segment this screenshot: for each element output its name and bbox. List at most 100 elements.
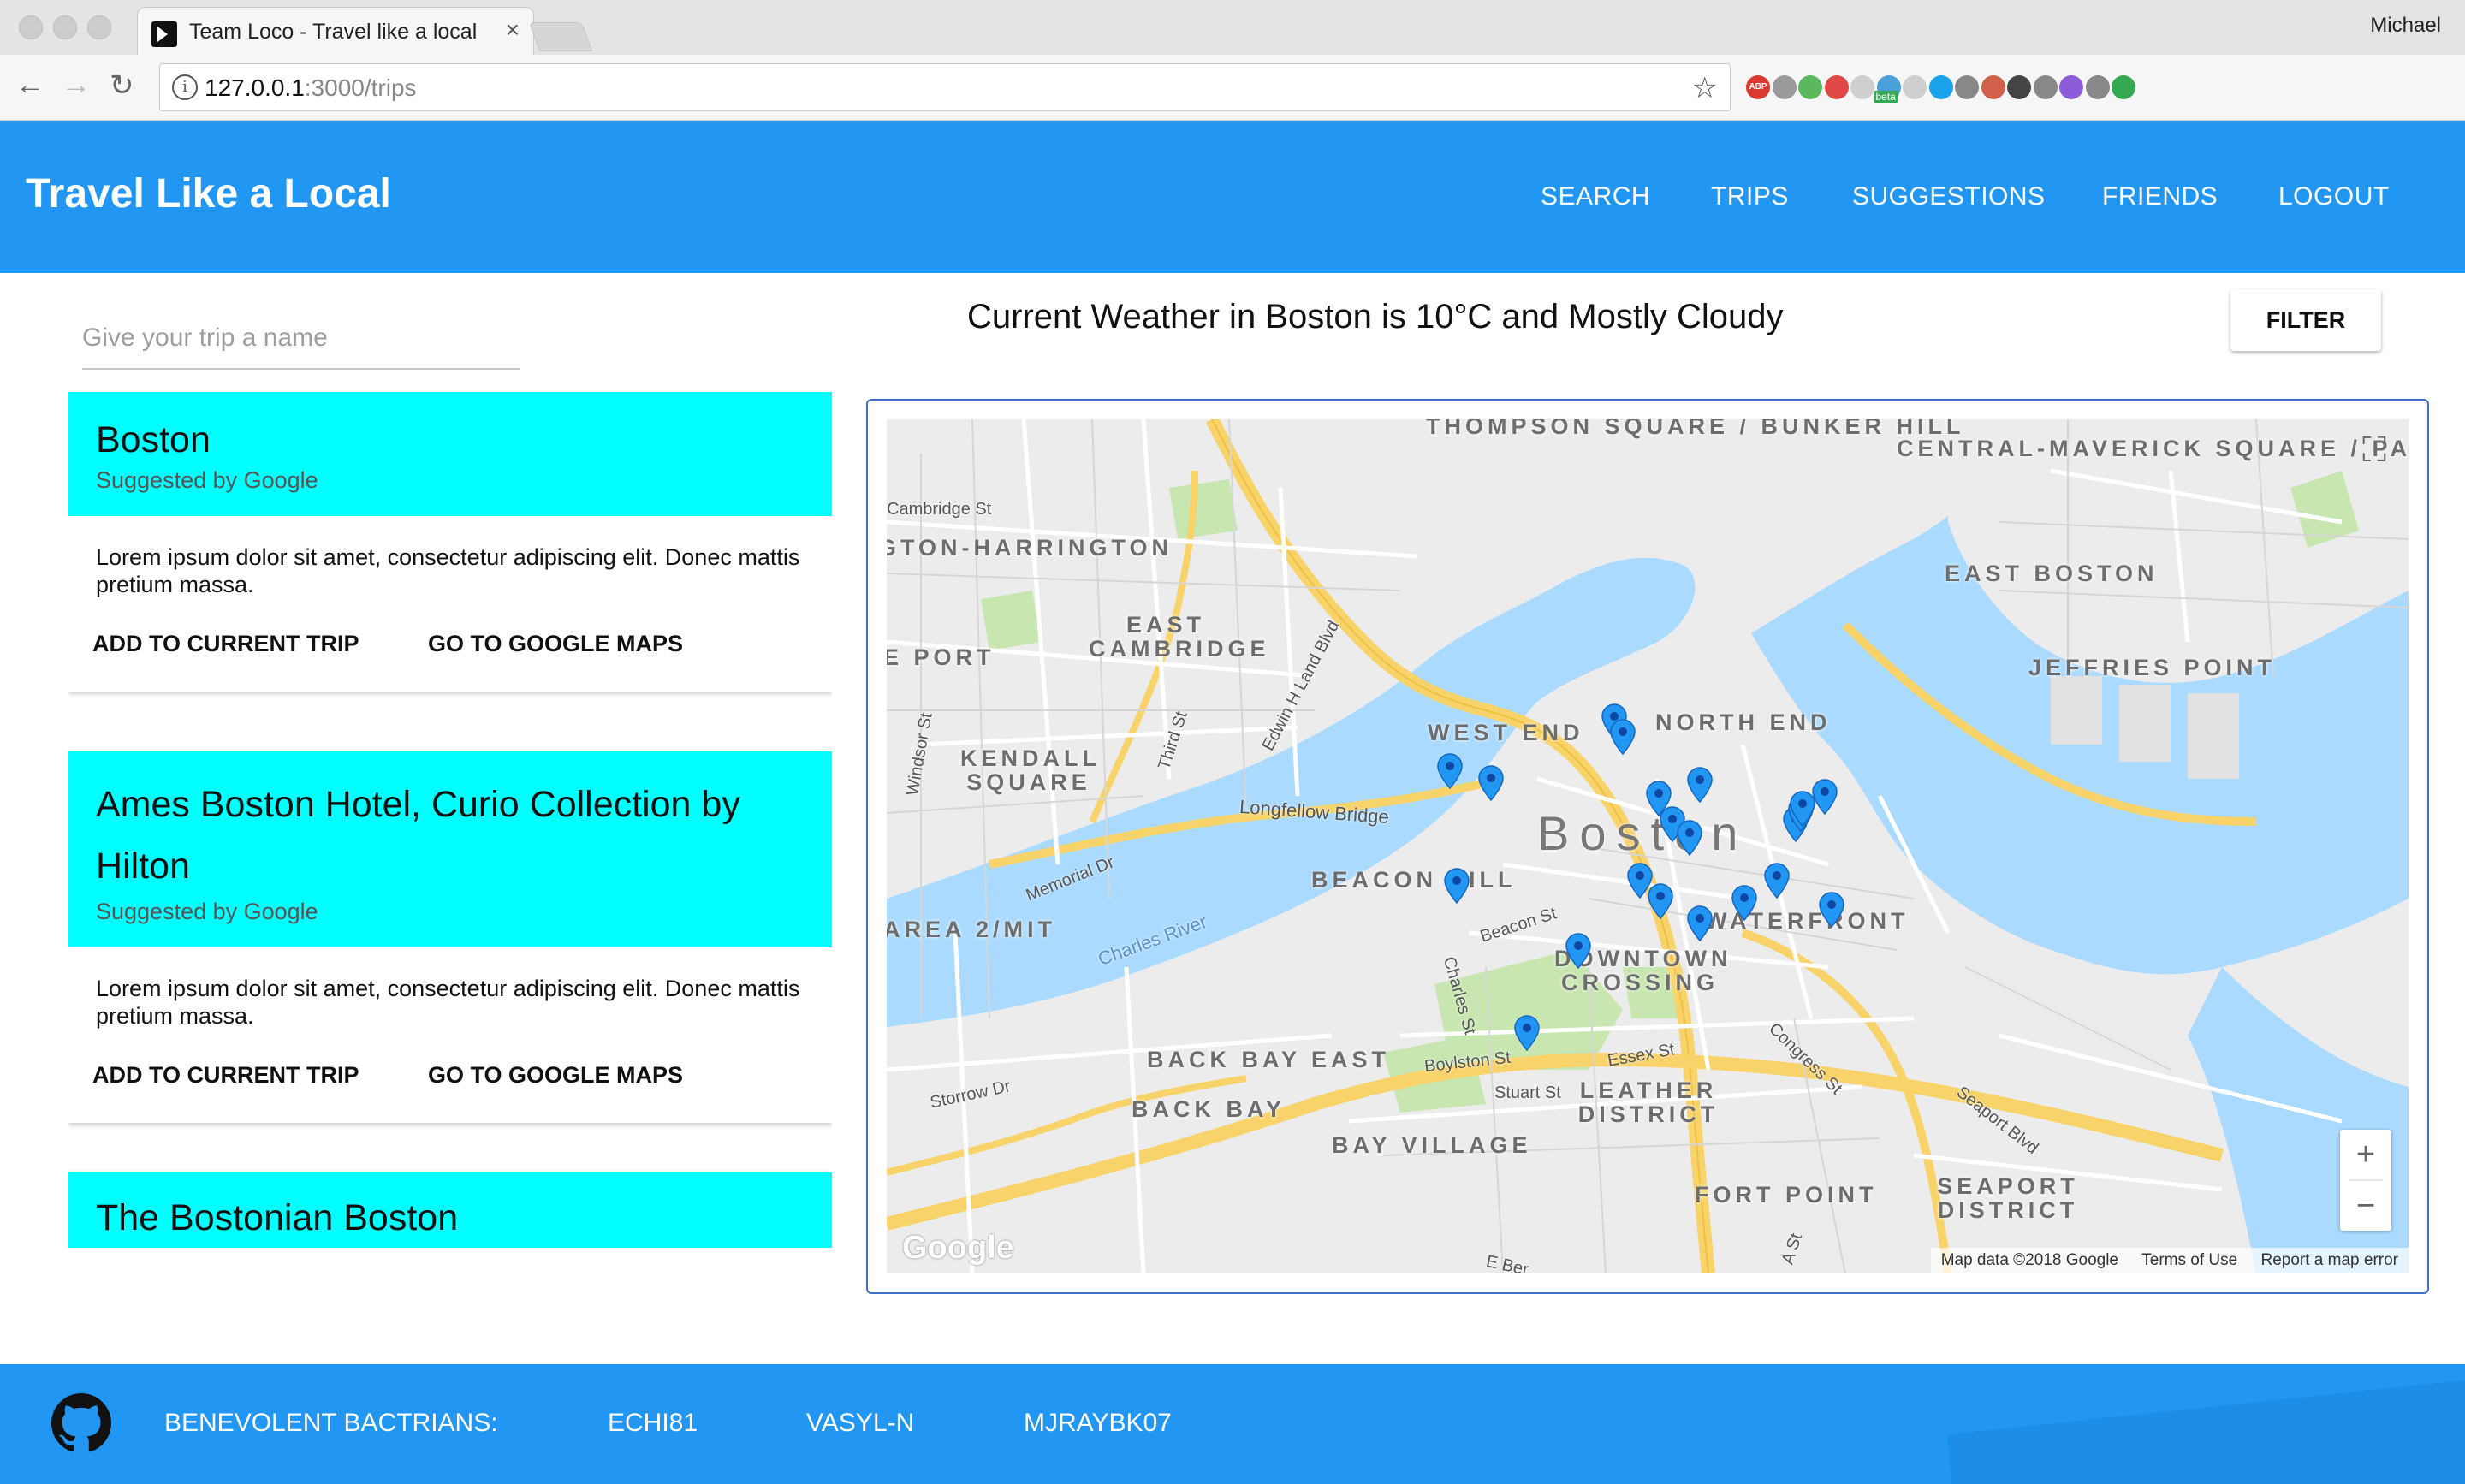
map-pin-icon[interactable] (1648, 883, 1673, 919)
map-pin-icon[interactable] (1478, 765, 1504, 801)
card-subtitle: Suggested by Google (96, 467, 318, 493)
zoom-out-button[interactable]: − (2340, 1181, 2391, 1231)
map-label-west-end: WEST END (1428, 720, 1584, 745)
map-pin-icon[interactable] (1687, 767, 1713, 803)
card-subtitle: Suggested by Google (96, 899, 318, 924)
bookmark-star-icon[interactable]: ☆ (1692, 71, 1718, 105)
site-info-icon[interactable]: i (172, 74, 198, 100)
fox-icon[interactable] (2007, 75, 2031, 99)
github-icon[interactable] (51, 1393, 111, 1453)
nav-search[interactable]: SEARCH (1541, 182, 1650, 211)
fullscreen-icon[interactable]: ⛶ (2352, 428, 2397, 472)
bulb-icon[interactable] (1955, 75, 1979, 99)
skype-icon[interactable] (1928, 75, 1953, 99)
map-pin-icon[interactable] (1687, 905, 1713, 941)
map-pin-icon[interactable] (1437, 753, 1463, 789)
member-link-vasyl-n[interactable]: VASYL-N (806, 1409, 914, 1438)
quote-icon[interactable] (1798, 75, 1822, 99)
google-maps-button[interactable]: GO TO GOOGLE MAPS (418, 622, 693, 666)
map-label-bunker-hill: THOMPSON SQUARE / BUNKER HILL (1426, 419, 1965, 439)
map-pin-icon[interactable] (1677, 820, 1702, 856)
map-pin-icon[interactable] (1514, 1015, 1540, 1051)
map-label-north-end: NORTH END (1655, 709, 1832, 735)
zoom-in-button[interactable]: + (2340, 1130, 2391, 1179)
tab-close-icon[interactable]: × (506, 16, 520, 44)
profile-name[interactable]: Michael (2370, 14, 2441, 38)
back-arrow-icon[interactable]: ← (15, 68, 45, 102)
card-actions: ADD TO CURRENT TRIP GO TO GOOGLE MAPS (68, 1030, 832, 1123)
app-footer: BENEVOLENT BACTRIANS: ECHI81 VASYL-N MJR… (0, 1364, 2465, 1484)
chat-icon[interactable] (1903, 75, 1927, 99)
card-actions: ADD TO CURRENT TRIP GO TO GOOGLE MAPS (68, 598, 832, 692)
prism-icon[interactable] (2059, 75, 2083, 99)
beta-badge: beta (1873, 91, 1898, 103)
url-path: :3000/trips (304, 74, 417, 101)
site-favicon-icon (151, 21, 177, 47)
map-pin-icon[interactable] (1819, 892, 1844, 928)
reload-icon[interactable]: ↻ (110, 68, 134, 103)
filter-button[interactable]: FILTER (2230, 289, 2381, 351)
card-header: Ames Boston Hotel, Curio Collection by H… (68, 751, 832, 947)
add-to-trip-button[interactable]: ADD TO CURRENT TRIP (82, 622, 370, 666)
puzzle-icon[interactable] (1981, 75, 2005, 99)
brand-title[interactable]: Travel Like a Local (26, 170, 391, 217)
map-label-jeffries-point: JEFFRIES POINT (2028, 655, 2277, 680)
url-text[interactable]: 127.0.0.1:3000/trips (205, 74, 417, 102)
street-label: Cambridge St (887, 500, 992, 519)
bow-icon[interactable] (2033, 75, 2058, 99)
google-logo[interactable]: Google (902, 1230, 1014, 1267)
suggestion-list[interactable]: Boston Suggested by Google Lorem ipsum d… (68, 392, 832, 1248)
map-pin-icon[interactable] (1764, 863, 1790, 899)
map-container: THOMPSON SQUARE / BUNKER HILL CENTRAL-MA… (866, 399, 2429, 1294)
map-label-port: E PORT (887, 644, 995, 670)
beta-icon[interactable]: beta (1873, 75, 1901, 103)
terms-link[interactable]: Terms of Use (2141, 1251, 2237, 1269)
map-pin-icon[interactable] (1444, 868, 1470, 904)
card-title: The Bostonian Boston (96, 1197, 459, 1238)
member-link-echi81[interactable]: ECHI81 (608, 1409, 698, 1438)
forward-arrow-icon[interactable]: → (62, 68, 91, 102)
map-label-kendall-square: KENDALL SQUARE (960, 745, 1101, 795)
street-label: Stuart St (1494, 1083, 1561, 1102)
new-tab-button[interactable] (528, 22, 593, 51)
browser-tabstrip: Team Loco - Travel like a local × Michae… (0, 0, 2465, 57)
report-error-link[interactable]: Report a map error (2260, 1251, 2398, 1269)
map-pin-icon[interactable] (1812, 779, 1838, 815)
map-label-harrington: GTON-HARRINGTON (887, 535, 1173, 561)
map-pin-icon[interactable] (1790, 791, 1815, 827)
nav-suggestions[interactable]: SUGGESTIONS (1852, 182, 2046, 211)
nav-trips[interactable]: TRIPS (1711, 182, 1789, 211)
abp-icon[interactable]: ABP (1746, 75, 1770, 99)
suggestion-card-ames-hotel: Ames Boston Hotel, Curio Collection by H… (68, 751, 832, 1123)
card-title: Ames Boston Hotel, Curio Collection by H… (96, 784, 740, 887)
suggestion-card-bostonian: The Bostonian Boston (68, 1172, 832, 1248)
address-bar[interactable]: i 127.0.0.1:3000/trips ☆ (159, 63, 1731, 111)
tab-title: Team Loco - Travel like a local (189, 20, 478, 44)
map-pin-icon[interactable] (1565, 933, 1591, 969)
map-pin-icon[interactable] (1731, 885, 1757, 921)
page-icon[interactable] (1850, 75, 1874, 99)
window-zoom-button[interactable] (87, 15, 111, 39)
window-minimize-button[interactable] (53, 15, 77, 39)
add-to-trip-button[interactable]: ADD TO CURRENT TRIP (82, 1054, 370, 1097)
window-close-button[interactable] (19, 15, 43, 39)
map-label-boston: Boston (1537, 806, 1749, 860)
wave-icon[interactable] (1772, 75, 1797, 99)
browser-tab-active[interactable]: Team Loco - Travel like a local × (137, 7, 534, 57)
nav-logout[interactable]: LOGOUT (2278, 182, 2390, 211)
browser-toolbar: ← → ↻ i 127.0.0.1:3000/trips ☆ ABP beta (0, 55, 2465, 121)
map-label-area2-mit: AREA 2/MIT (887, 917, 1057, 942)
card-header: The Bostonian Boston (68, 1172, 832, 1248)
member-link-mjraybk07[interactable]: MJRAYBK07 (1024, 1409, 1172, 1438)
app-header: Travel Like a Local SEARCH TRIPS SUGGEST… (0, 121, 2465, 273)
suggestion-card-boston: Boston Suggested by Google Lorem ipsum d… (68, 392, 832, 692)
trip-name-field[interactable] (82, 324, 520, 370)
map-pin-icon[interactable] (1610, 719, 1636, 755)
google-maps-button[interactable]: GO TO GOOGLE MAPS (418, 1054, 693, 1097)
trip-name-input[interactable] (82, 324, 520, 353)
arrow-up-icon[interactable] (2112, 75, 2135, 99)
bowtie-icon[interactable] (2085, 75, 2110, 99)
google-map[interactable]: THOMPSON SQUARE / BUNKER HILL CENTRAL-MA… (887, 419, 2409, 1273)
play-icon[interactable] (1824, 75, 1849, 99)
nav-friends[interactable]: FRIENDS (2102, 182, 2218, 211)
